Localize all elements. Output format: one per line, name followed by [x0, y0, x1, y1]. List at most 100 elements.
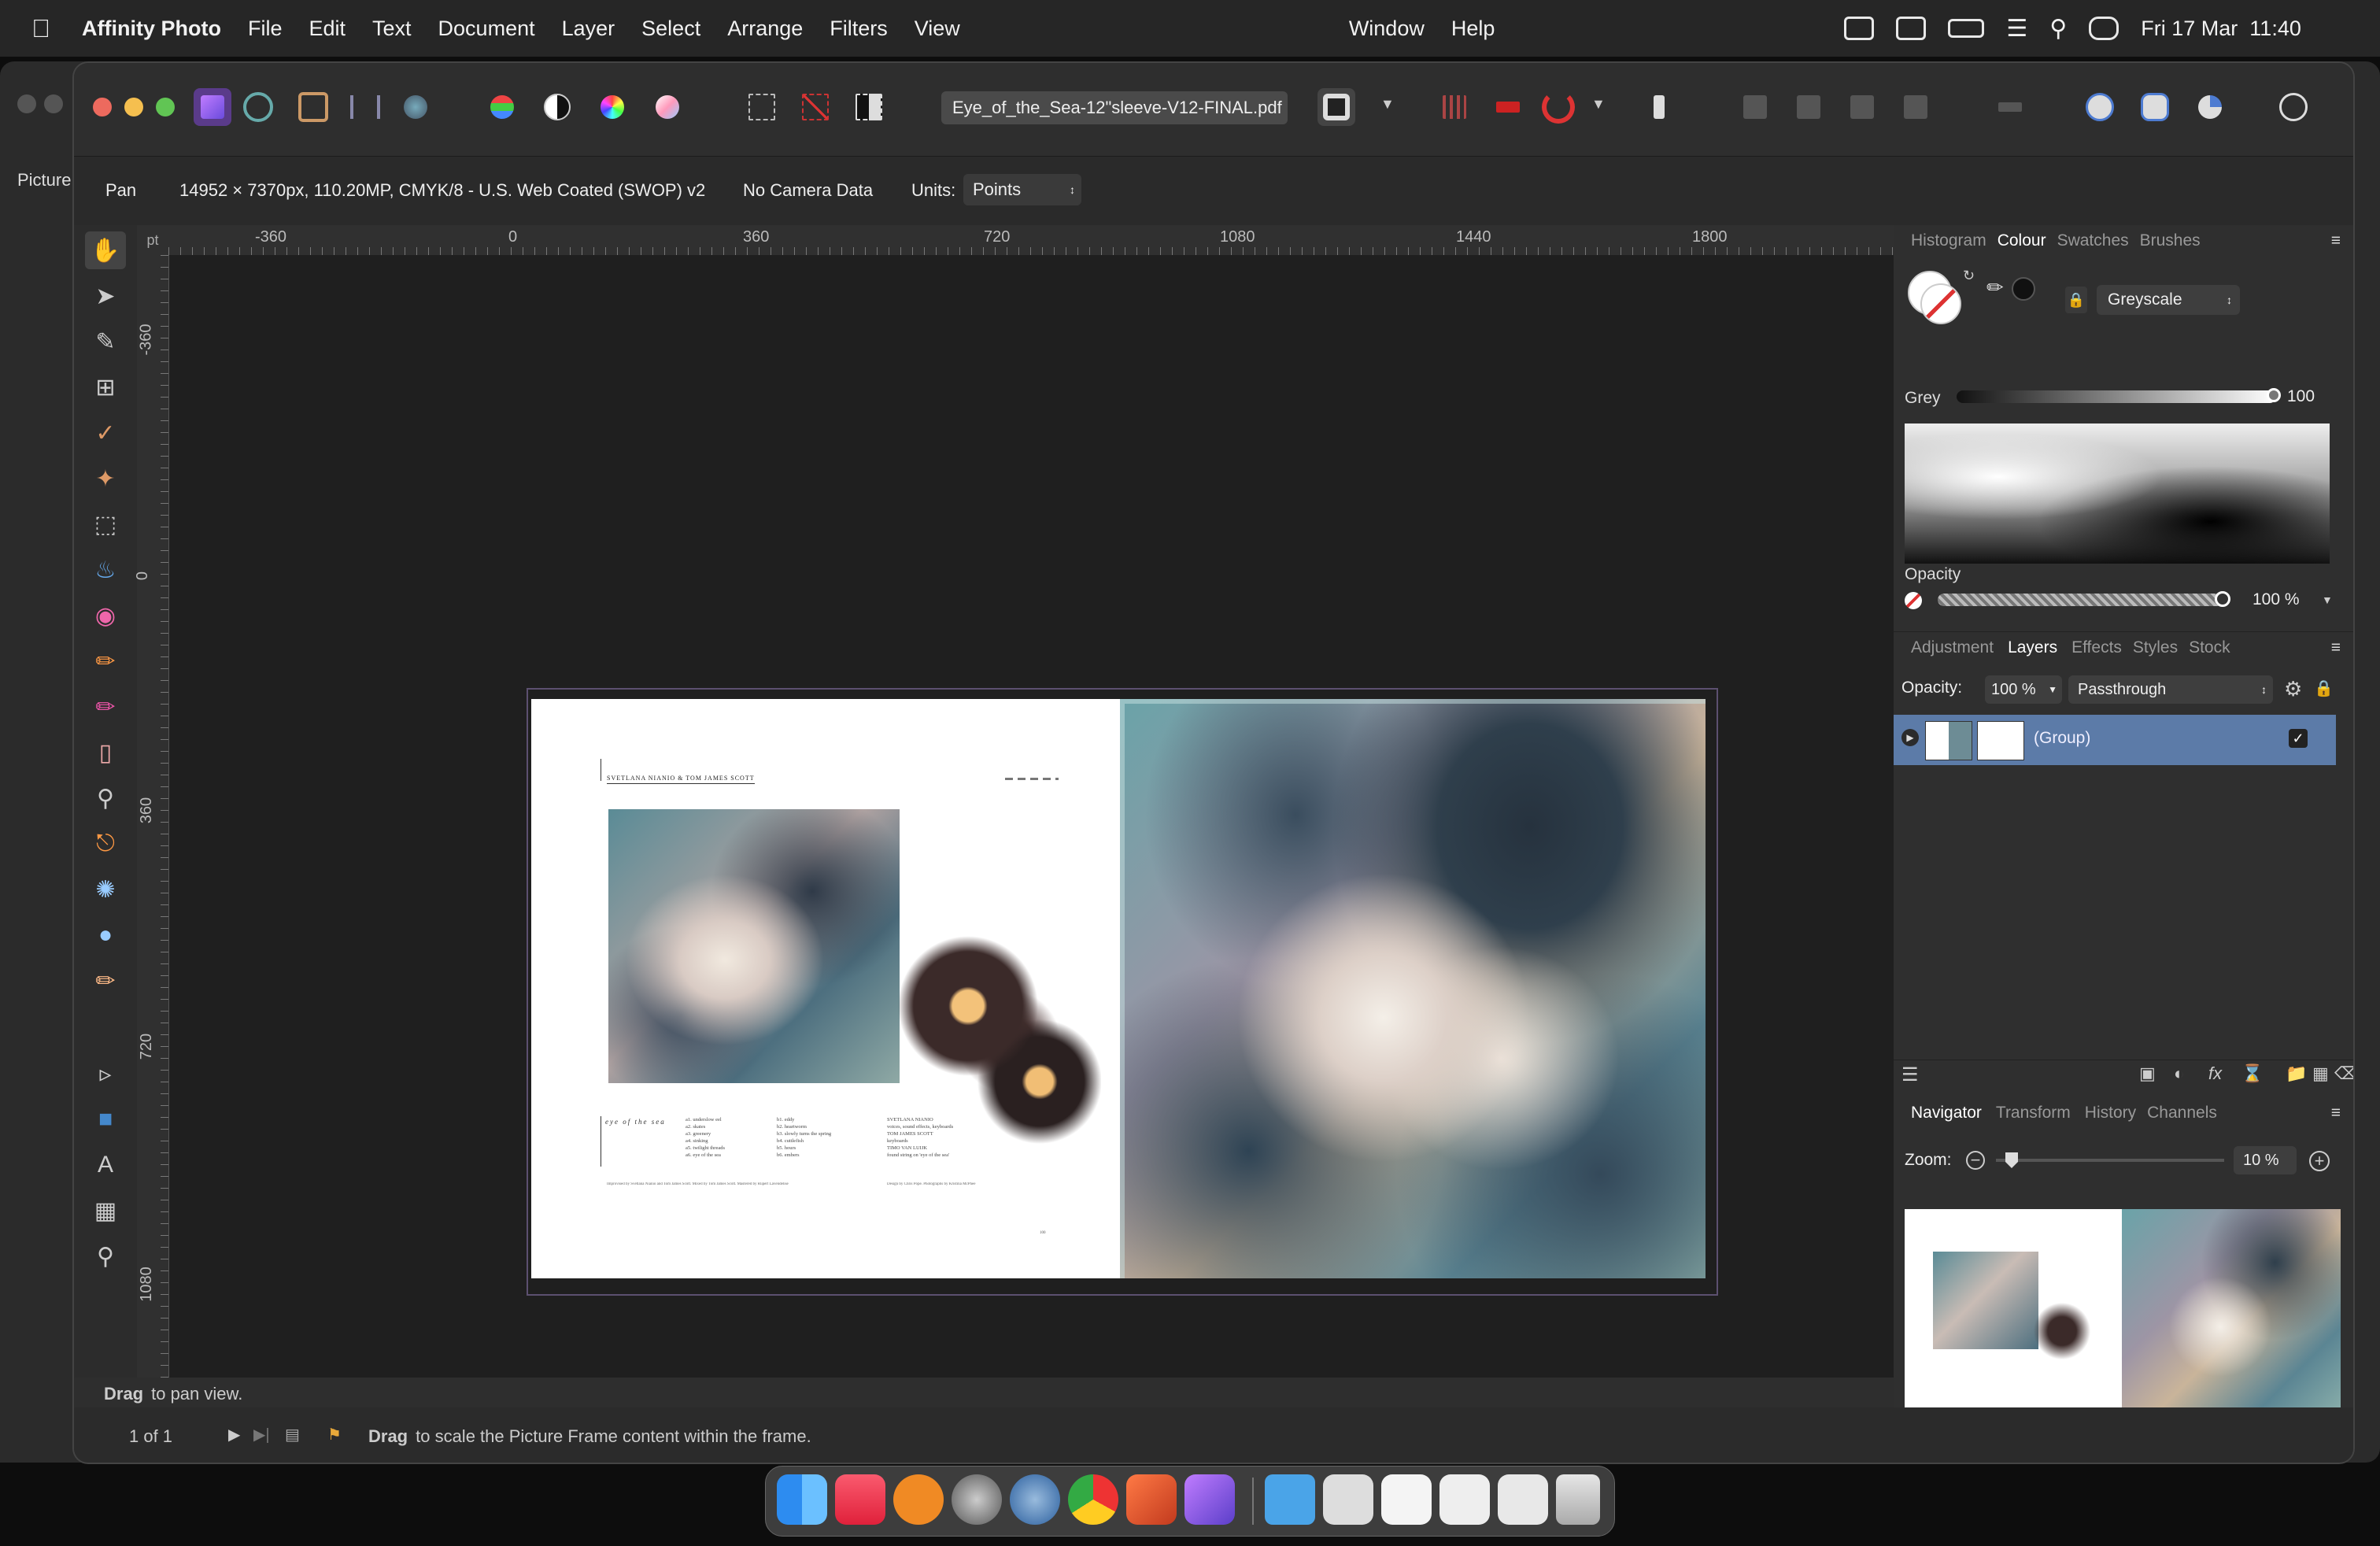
paint-brush-tool-icon[interactable]: ✏	[85, 642, 126, 680]
colour-wells[interactable]	[1908, 271, 1963, 326]
photo-persona-icon[interactable]	[194, 88, 231, 126]
grey-slider[interactable]	[1957, 388, 2281, 403]
levels-icon[interactable]	[483, 88, 521, 126]
opacity-dropdown-icon[interactable]: ▼	[2322, 594, 2333, 606]
arrange-back-icon[interactable]	[1736, 88, 1774, 126]
lock-layer-icon[interactable]: 🔒	[2314, 679, 2334, 698]
tab-swatches[interactable]: Swatches	[2057, 231, 2129, 250]
snapping-grid-icon[interactable]	[1436, 88, 1473, 126]
zoom-slider-handle[interactable]	[2005, 1152, 2018, 1168]
expand-arrow-icon[interactable]: ▶	[1901, 729, 1919, 746]
crop-tool-icon[interactable]: ⊞	[85, 368, 126, 406]
fx-icon[interactable]: fx	[2208, 1063, 2222, 1084]
warning-icon[interactable]: ⚑	[327, 1425, 342, 1444]
arrange-front-icon[interactable]	[1897, 88, 1935, 126]
applications-folder-icon[interactable]	[1265, 1474, 1315, 1525]
tone-mapping-persona-icon[interactable]	[346, 88, 384, 126]
tab-history[interactable]: History	[2085, 1104, 2136, 1123]
flood-select-tool-icon[interactable]: ✦	[85, 460, 126, 497]
zoom-in-icon[interactable]: +	[2309, 1151, 2330, 1171]
panel-menu-icon[interactable]: ≡	[2331, 638, 2341, 657]
force-pixel-alignment-icon[interactable]	[1489, 88, 1527, 126]
layers-stack-icon[interactable]: ☰	[1901, 1063, 1919, 1086]
mesh-warp-tool-icon[interactable]: ▹	[85, 1055, 126, 1093]
auto-white-balance-icon[interactable]	[649, 88, 686, 126]
blemish-removal-tool-icon[interactable]: ✺	[85, 871, 126, 908]
perspective-tool-icon[interactable]: ▦	[85, 1192, 126, 1230]
layer-opacity-field[interactable]: 100 % ▼	[1985, 675, 2062, 704]
close-button[interactable]	[93, 98, 112, 117]
opacity-slider[interactable]	[1938, 591, 2230, 607]
document-info[interactable]: 14952 × 7370px, 110.20MP, CMYK/8 - U.S. …	[179, 180, 705, 201]
stroke-well[interactable]	[1920, 283, 1961, 324]
spotlight-search-icon[interactable]: ⚲	[2049, 15, 2067, 43]
opacity-slider-handle[interactable]	[2215, 591, 2230, 607]
menu-select[interactable]: Select	[641, 17, 700, 41]
tab-adjustment[interactable]: Adjustment	[1911, 638, 1994, 657]
erase-brush-tool-icon[interactable]: ▯	[85, 734, 126, 771]
colour-mode-select[interactable]: Greyscale ↕	[2097, 285, 2240, 315]
zoom-out-icon[interactable]: −	[1966, 1151, 1985, 1170]
battery-icon[interactable]	[1948, 19, 1985, 38]
picked-colour-icon[interactable]	[2012, 277, 2035, 301]
document-name-field[interactable]: Eye_of_the_Sea-12"sleeve-V12-FINAL.pdf (…	[941, 91, 1288, 124]
music-folder-icon[interactable]	[1323, 1474, 1373, 1525]
tab-effects[interactable]: Effects	[2071, 638, 2122, 657]
horizontal-ruler[interactable]: -360 0 360 720 1080 1440 1800 2160	[168, 225, 1968, 256]
quick-mask-icon[interactable]	[1318, 88, 1355, 126]
app-menu[interactable]: Affinity Photo	[82, 17, 221, 41]
tab-brushes[interactable]: Brushes	[2140, 231, 2201, 250]
music-icon[interactable]	[835, 1474, 885, 1525]
colour-spectrum[interactable]	[1905, 423, 2330, 564]
account-icon[interactable]	[2275, 88, 2312, 126]
mask-layer-icon[interactable]: ▣	[2139, 1063, 2156, 1084]
geometry-intersect-icon[interactable]	[2191, 88, 2229, 126]
apple-menu-icon[interactable]: 	[31, 14, 50, 43]
liquify-persona-icon[interactable]	[239, 88, 277, 126]
menu-arrange[interactable]: Arrange	[727, 17, 803, 41]
units-select[interactable]: Points ↕	[963, 174, 1081, 205]
no-opacity-icon[interactable]	[1905, 592, 1922, 609]
gear-icon[interactable]: ⚙	[2284, 677, 2302, 701]
clone-brush-tool-icon[interactable]: ⎋	[85, 825, 126, 863]
layer-name[interactable]: (Group)	[2034, 729, 2090, 748]
assistant-icon[interactable]	[1640, 88, 1678, 126]
colour-replacement-tool-icon[interactable]: ✏	[85, 688, 126, 726]
deselect-icon[interactable]	[796, 88, 834, 126]
blur-brush-tool-icon[interactable]: ●	[85, 916, 126, 954]
zoom-button[interactable]	[156, 98, 175, 117]
export-persona-icon[interactable]	[397, 88, 434, 126]
grey-value[interactable]: 100	[2287, 387, 2315, 406]
arrange-forward-icon[interactable]	[1843, 88, 1881, 126]
thunderbird-icon[interactable]	[1010, 1474, 1060, 1525]
artistic-text-tool-icon[interactable]: A	[85, 1146, 126, 1184]
downloads-stack-icon[interactable]	[1439, 1474, 1490, 1525]
grey-slider-handle[interactable]	[2267, 388, 2281, 402]
tab-navigator[interactable]: Navigator	[1911, 1104, 1982, 1123]
flood-fill-tool-icon[interactable]: ♨	[85, 551, 126, 589]
screen-mirroring-icon[interactable]	[1896, 17, 1927, 40]
navigator-preview[interactable]	[1905, 1209, 2341, 1423]
tab-colour[interactable]: Colour	[1998, 231, 2046, 250]
vertical-ruler[interactable]: -360 0 360 720 1080	[134, 255, 169, 1422]
menu-window[interactable]: Window	[1349, 17, 1425, 41]
menu-text[interactable]: Text	[372, 17, 412, 41]
snapping-magnet-icon[interactable]	[1539, 88, 1577, 126]
develop-persona-icon[interactable]	[294, 88, 332, 126]
menu-filters[interactable]: Filters	[830, 17, 888, 41]
canvas[interactable]: SVETLANA NIANIO & TOM JAMES SCOTT eye of…	[169, 255, 1968, 1422]
new-group-icon[interactable]: 📁	[2286, 1063, 2307, 1084]
zoom-slider[interactable]	[1996, 1152, 2224, 1168]
tab-histogram[interactable]: Histogram	[1911, 231, 1986, 250]
new-pixel-layer-icon[interactable]: ▦	[2312, 1063, 2329, 1084]
trash-icon[interactable]	[1556, 1474, 1600, 1525]
snapping-dropdown-icon[interactable]: ▼	[1591, 96, 1606, 113]
screenshot-stack-icon[interactable]	[1498, 1474, 1548, 1525]
arrange-backward-icon[interactable]	[1790, 88, 1828, 126]
affinity-publisher-icon[interactable]	[1126, 1474, 1177, 1525]
adjustment-layer-icon[interactable]: ◐	[2174, 1063, 2184, 1084]
layer-row[interactable]: ▶ (Group) ✓	[1894, 715, 2336, 765]
finder-icon[interactable]	[777, 1474, 827, 1525]
selection-brush-tool-icon[interactable]: ✓	[85, 414, 126, 452]
zoom-tool-icon[interactable]: ⚲	[85, 1237, 126, 1275]
